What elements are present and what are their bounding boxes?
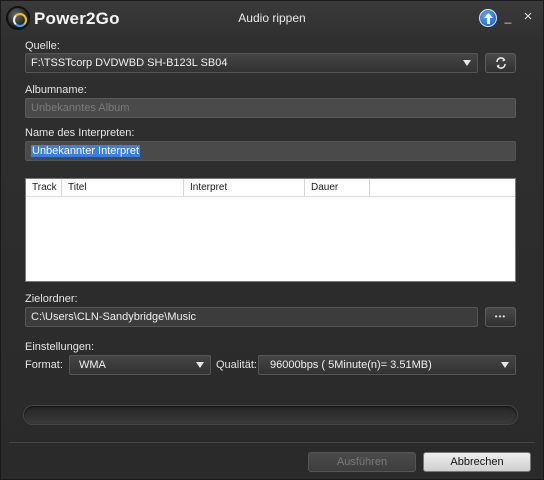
track-table-header: Track Titel Interpret Dauer (26, 179, 515, 197)
run-button[interactable]: Ausführen (308, 452, 416, 472)
format-select[interactable]: WMA (69, 355, 211, 375)
minimize-button[interactable]: _ (501, 10, 515, 24)
column-header-title[interactable]: Titel (62, 179, 184, 197)
column-header-duration[interactable]: Dauer (305, 179, 370, 197)
artist-name-value: Unbekannter Interpret (31, 145, 141, 157)
destination-label: Zielordner: (25, 293, 78, 305)
artist-name-input[interactable]: Unbekannter Interpret (25, 141, 516, 161)
update-button[interactable] (479, 9, 497, 27)
column-header-track[interactable]: Track (26, 179, 62, 197)
source-drive-select[interactable]: F:\TSSTcorp DVDWBD SH-B123L SB04 (25, 53, 478, 73)
album-label: Albumname: (25, 84, 87, 96)
quality-select[interactable]: 96000bps ( 5Minute(n)= 3.51MB) (258, 355, 516, 375)
browse-button[interactable]: ••• (485, 307, 516, 327)
title-bar: Power2Go Audio rippen _ × (1, 1, 543, 35)
destination-folder-input[interactable]: C:\Users\CLN-Sandybridge\Music (25, 307, 478, 327)
rip-progress-bar (23, 405, 518, 425)
source-label: Quelle: (25, 40, 60, 52)
track-table[interactable]: Track Titel Interpret Dauer (25, 178, 516, 282)
source-drive-value: F:\TSSTcorp DVDWBD SH-B123L SB04 (31, 57, 228, 69)
refresh-button[interactable] (485, 53, 516, 73)
close-button[interactable]: × (521, 9, 535, 24)
refresh-icon (495, 57, 506, 69)
artist-label: Name des Interpreten: (25, 127, 135, 139)
format-label: Format: (25, 359, 63, 371)
settings-label: Einstellungen: (25, 341, 95, 353)
window-title: Audio rippen (238, 11, 306, 25)
up-arrow-icon (484, 13, 493, 24)
chevron-down-icon (463, 60, 471, 66)
column-header-artist[interactable]: Interpret (184, 179, 305, 197)
footer-divider (9, 442, 535, 443)
cancel-button[interactable]: Abbrechen (423, 452, 531, 472)
quality-label: Qualität: (216, 359, 257, 371)
chevron-down-icon (196, 362, 204, 368)
album-name-input[interactable]: Unbekanntes Album (25, 98, 516, 118)
quality-value: 96000bps ( 5Minute(n)= 3.51MB) (270, 359, 432, 371)
rip-audio-dialog: Power2Go Audio rippen _ × Quelle: F:\TSS… (0, 0, 544, 480)
chevron-down-icon (501, 362, 509, 368)
format-value: WMA (79, 359, 106, 371)
